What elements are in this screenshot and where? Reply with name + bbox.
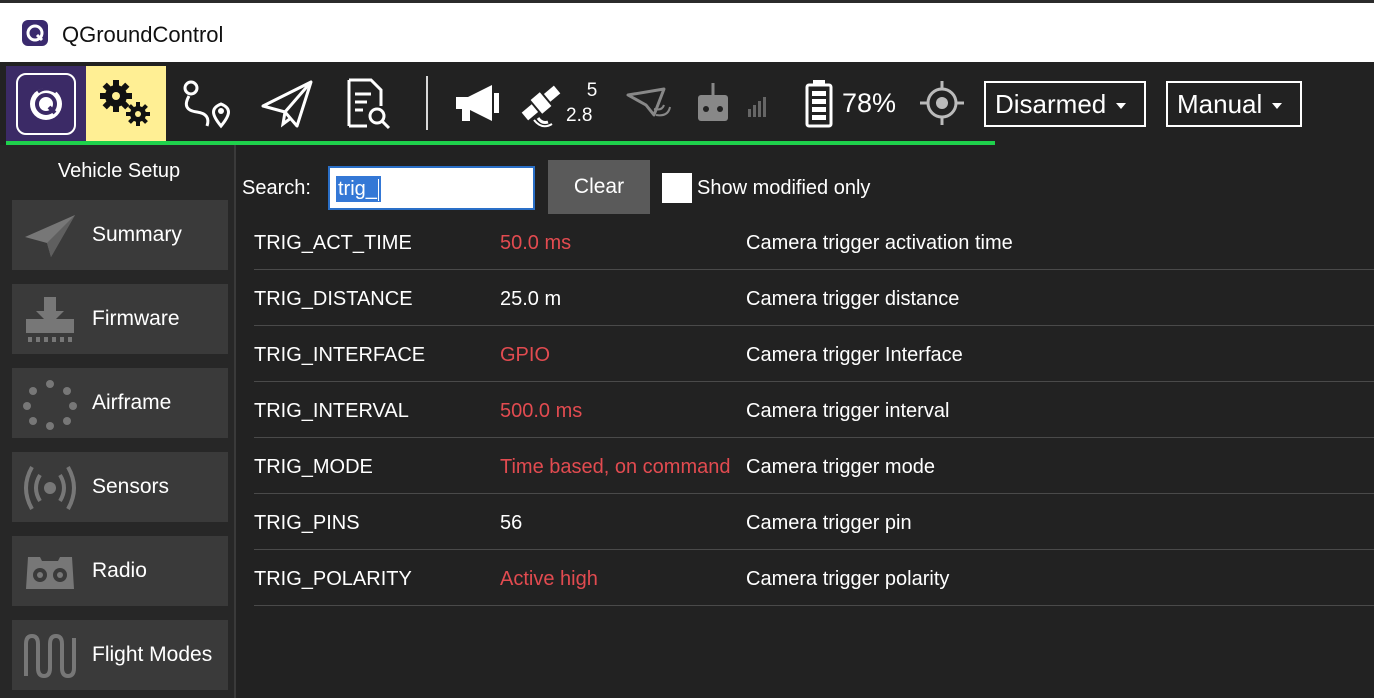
- sidebar-item-label: Radio: [92, 559, 147, 582]
- param-description: Camera trigger interval: [746, 400, 950, 422]
- chevron-down-icon: [1272, 103, 1283, 109]
- sidebar-item-label: Flight Modes: [92, 643, 213, 666]
- clear-button[interactable]: Clear: [548, 160, 650, 214]
- param-name: TRIG_MODE: [254, 456, 373, 478]
- param-value: 25.0 m: [500, 288, 562, 310]
- table-row[interactable]: TRIG_ACT_TIME 50.0 ms Camera trigger activ…: [254, 214, 1374, 270]
- param-name: TRIG_DISTANCE: [254, 288, 413, 310]
- show-modified-label: Show modified only: [697, 177, 871, 199]
- table-row[interactable]: TRIG_DISTANCE 25.0 m Camera trigger distan…: [254, 270, 1374, 326]
- window-titlebar: QGroundControl: [0, 0, 1374, 62]
- param-description: Camera trigger Interface: [746, 344, 963, 366]
- vehicle-setup-gears-icon: [100, 80, 150, 126]
- table-row[interactable]: TRIG_INTERFACE GPIO Camera trigger Interfa…: [254, 326, 1374, 382]
- qgc-logo-icon: [30, 87, 62, 120]
- download-firmware-icon: [26, 297, 74, 342]
- battery-icon: [805, 80, 833, 128]
- fly-paper-plane-icon: [261, 80, 313, 128]
- vehicle-setup-button[interactable]: [86, 66, 166, 142]
- radio-transmitter-icon: [26, 557, 74, 589]
- param-name: TRIG_PINS: [254, 512, 360, 534]
- param-description: Camera trigger mode: [746, 456, 935, 478]
- gps-satellite-icon: [521, 85, 561, 128]
- table-row[interactable]: TRIG_INTERVAL 500.0 ms Camera trigger inte…: [254, 382, 1374, 438]
- qgc-logo-button[interactable]: [6, 66, 86, 142]
- rtk-gps-indicator[interactable]: [918, 78, 966, 128]
- param-name: TRIG_POLARITY: [254, 568, 412, 590]
- telemetry-rssi-indicator[interactable]: [624, 78, 674, 128]
- sidebar-item-label: Firmware: [92, 307, 180, 330]
- flight-modes-wave-icon: [24, 633, 76, 679]
- sidebar-item-label: Sensors: [92, 475, 170, 498]
- plan-view-button[interactable]: [172, 66, 242, 142]
- messages-indicator[interactable]: [452, 78, 502, 128]
- flight-mode-label: Manual: [1177, 88, 1263, 119]
- table-row[interactable]: TRIG_PINS 56 Camera trigger pin: [254, 494, 1374, 550]
- param-value: 500.0 ms: [500, 400, 583, 422]
- param-description: Camera trigger pin: [746, 512, 912, 534]
- analyze-view-button[interactable]: [332, 66, 402, 142]
- megaphone-icon: [456, 85, 499, 121]
- toolbar-separator: [426, 76, 428, 130]
- gps-satellite-count: 5: [586, 80, 598, 101]
- paper-plane-icon: [25, 215, 75, 257]
- target-gps-icon: [920, 81, 964, 125]
- param-value: Active high: [500, 568, 598, 590]
- battery-percentage: 78%: [842, 88, 897, 118]
- qgc-app-icon: [22, 20, 48, 46]
- sidebar-item-flight-modes[interactable]: Flight Modes: [12, 620, 228, 690]
- sensors-radio-waves-icon: [24, 466, 76, 510]
- param-value: Time based, on command: [500, 456, 731, 478]
- main-toolbar: 5 2.8 78% Disarmed Manual: [0, 62, 1374, 144]
- analyze-document-icon: [347, 78, 391, 130]
- search-input-value: trig_: [336, 176, 381, 202]
- gps-indicator[interactable]: [516, 78, 566, 128]
- arm-state-dropdown[interactable]: Disarmed: [984, 81, 1146, 127]
- sidebar-item-sensors[interactable]: Sensors: [12, 452, 228, 522]
- sidebar-item-radio[interactable]: Radio: [12, 536, 228, 606]
- table-row[interactable]: TRIG_POLARITY Active high Camera trigger p…: [254, 550, 1374, 606]
- sidebar-item-firmware[interactable]: Firmware: [12, 284, 228, 354]
- window-title: QGroundControl: [62, 22, 224, 47]
- param-name: TRIG_INTERFACE: [254, 344, 426, 366]
- table-row[interactable]: TRIG_MODE Time based, on command Camera tr…: [254, 438, 1374, 494]
- search-input[interactable]: trig_: [328, 166, 535, 210]
- sidebar-item-airframe[interactable]: Airframe: [12, 368, 228, 438]
- sidebar-item-label: Summary: [92, 223, 182, 246]
- param-description: Camera trigger polarity: [746, 568, 950, 590]
- flight-mode-dropdown[interactable]: Manual: [1166, 81, 1302, 127]
- param-description: Camera trigger activation time: [746, 232, 1013, 254]
- param-value: GPIO: [500, 344, 551, 366]
- param-value: 56: [500, 512, 523, 534]
- sidebar-item-summary[interactable]: Summary: [12, 200, 228, 270]
- search-label: Search:: [242, 177, 311, 199]
- arm-state-label: Disarmed: [995, 88, 1107, 119]
- show-modified-checkbox[interactable]: [662, 173, 692, 203]
- fly-view-button[interactable]: [252, 66, 322, 142]
- param-value: 50.0 ms: [500, 232, 572, 254]
- battery-indicator[interactable]: [804, 78, 834, 128]
- airframe-dots-icon: [23, 380, 77, 430]
- telemetry-rssi-icon: [626, 87, 671, 117]
- sidebar-header: Vehicle Setup: [57, 160, 181, 182]
- rc-rssi-indicator[interactable]: [694, 78, 776, 128]
- chevron-down-icon: [1116, 103, 1127, 109]
- param-name: TRIG_ACT_TIME: [254, 232, 412, 254]
- sidebar-item-label: Airframe: [92, 391, 172, 414]
- rc-rssi-icon: [698, 83, 766, 121]
- param-name: TRIG_INTERVAL: [254, 400, 409, 422]
- gps-hdop-value: 2.8: [566, 105, 593, 126]
- param-description: Camera trigger distance: [746, 288, 960, 310]
- plan-route-icon: [183, 80, 230, 129]
